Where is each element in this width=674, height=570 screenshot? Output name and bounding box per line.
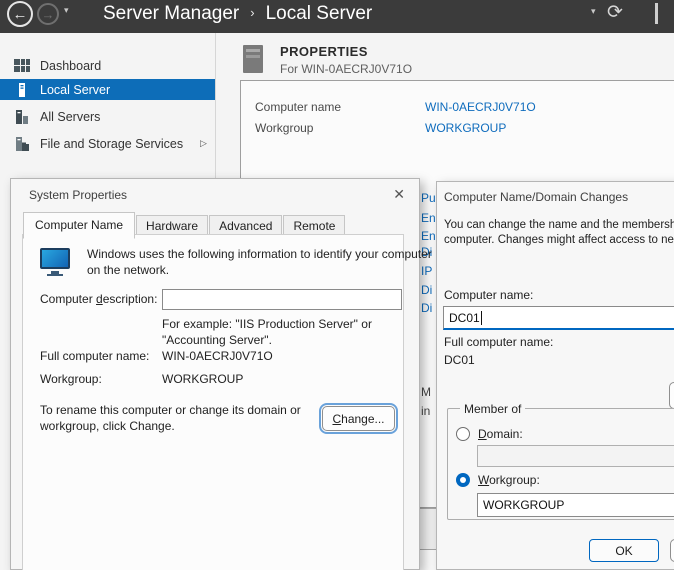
property-value-link[interactable]: WIN-0AECRJ0V71O — [425, 100, 536, 114]
clipped-property-value: IP — [421, 264, 432, 278]
sidebar-item-label: Local Server — [40, 83, 110, 97]
workgroup-value: WORKGROUP — [162, 372, 243, 386]
workgroup-label: Workgroup: — [40, 372, 102, 386]
clipped-property-value: En — [421, 229, 436, 243]
forward-button[interactable]: → — [37, 3, 59, 25]
clipped-property-value: Di — [421, 301, 432, 315]
clipped-property-value: M — [421, 385, 431, 399]
example-text-line2: "Accounting Server". — [162, 333, 272, 347]
server-manager-window: ← → ▾ Server Manager›Local Server ▾ ⟳ Da… — [0, 0, 674, 570]
clipped-property-value: Di — [421, 283, 432, 297]
tab-computer-name[interactable]: Computer Name — [23, 212, 135, 239]
intro-text-line2: on the network. — [87, 263, 169, 277]
breadcrumb: Server Manager›Local Server — [103, 3, 372, 25]
computer-monitor-icon — [40, 248, 70, 269]
full-computer-name-label: Full computer name: — [444, 335, 553, 349]
full-computer-name-value: DC01 — [444, 353, 475, 367]
forward-arrow-icon: → — [42, 7, 55, 22]
sidebar-item-local-server[interactable]: Local Server — [0, 79, 215, 100]
expand-chevron-icon[interactable]: ▷ — [200, 138, 207, 149]
nav-dropdown-caret-icon[interactable]: ▾ — [64, 5, 69, 16]
full-computer-name-value: WIN-0AECRJ0V71O — [162, 349, 273, 363]
breadcrumb-separator: › — [239, 5, 265, 20]
properties-heading: PROPERTIES — [280, 44, 368, 59]
refresh-icon[interactable]: ⟳ — [607, 1, 623, 24]
dialog-title: System Properties — [29, 188, 127, 202]
rename-hint-line1: To rename this computer or change its do… — [40, 403, 301, 417]
computer-name-domain-changes-dialog: Computer Name/Domain Changes You can cha… — [436, 181, 674, 570]
dashboard-icon — [14, 58, 30, 74]
member-of-label: Member of — [460, 402, 525, 416]
breadcrumb-page: Local Server — [266, 3, 373, 24]
sidebar-item-dashboard[interactable]: Dashboard — [0, 55, 215, 76]
file-storage-services-icon — [14, 136, 30, 152]
clipped-property-value: Pu — [421, 191, 436, 205]
computer-name-input[interactable]: DC01 — [443, 306, 674, 330]
cancel-button-partial[interactable] — [670, 539, 674, 562]
workgroup-radio[interactable] — [456, 473, 470, 487]
full-computer-name-label: Full computer name: — [40, 349, 149, 363]
workgroup-radio-label[interactable]: Workgroup: — [478, 473, 540, 487]
server-tile-icon — [243, 45, 263, 73]
back-arrow-icon: ← — [13, 6, 28, 23]
intro-text-line1: Windows uses the following information t… — [87, 247, 432, 261]
member-of-groupbox: Member of Domain: Workgroup: WORKGROUP — [447, 408, 674, 520]
ok-button[interactable]: OK — [589, 539, 659, 562]
example-text-line1: For example: "IIS Production Server" or — [162, 317, 372, 331]
text-cursor — [481, 311, 482, 325]
property-label: Workgroup — [255, 121, 313, 135]
property-value-link[interactable]: WORKGROUP — [425, 121, 506, 135]
dialog-description-line1: You can change the name and the membersh… — [444, 219, 674, 231]
domain-input[interactable] — [477, 445, 674, 467]
system-properties-dialog: System Properties ✕ Computer Name Hardwa… — [10, 178, 420, 570]
local-server-icon — [14, 82, 30, 98]
breadcrumb-app[interactable]: Server Manager — [103, 3, 239, 24]
computer-name-tab-page: Windows uses the following information t… — [22, 234, 404, 570]
more-button-partial[interactable] — [669, 382, 674, 409]
sidebar-item-all-servers[interactable]: All Servers — [0, 106, 215, 127]
computer-description-input[interactable] — [162, 289, 402, 310]
sidebar-item-label: Dashboard — [40, 59, 101, 73]
notification-flag-icon[interactable] — [655, 3, 658, 24]
change-button[interactable]: Change... — [322, 406, 395, 431]
sidebar-item-label: All Servers — [40, 110, 100, 124]
computer-description-label: Computer description: — [40, 292, 157, 306]
all-servers-icon — [14, 109, 30, 125]
domain-radio[interactable] — [456, 427, 470, 441]
sidebar-item-label: File and Storage Services — [40, 137, 183, 151]
back-button[interactable]: ← — [7, 1, 33, 27]
titlebar: ← → ▾ Server Manager›Local Server ▾ ⟳ — [0, 0, 674, 33]
dialog-title: Computer Name/Domain Changes — [444, 190, 628, 204]
clipped-property-value: in — [421, 404, 430, 418]
dialog-description-line2: computer. Changes might affect access to… — [444, 234, 674, 246]
toolbar-dropdown-caret-icon[interactable]: ▾ — [591, 6, 596, 17]
computer-name-label: Computer name: — [444, 288, 533, 302]
close-icon[interactable]: ✕ — [393, 186, 405, 203]
sidebar-item-file-storage-services[interactable]: File and Storage Services ▷ — [0, 133, 215, 154]
rename-hint-line2: workgroup, click Change. — [40, 419, 175, 433]
domain-radio-label[interactable]: Domain: — [478, 427, 523, 441]
clipped-property-value: En — [421, 211, 436, 225]
workgroup-input[interactable]: WORKGROUP — [477, 493, 674, 517]
property-label: Computer name — [255, 100, 341, 114]
properties-subheading: For WIN-0AECRJ0V71O — [280, 62, 412, 76]
